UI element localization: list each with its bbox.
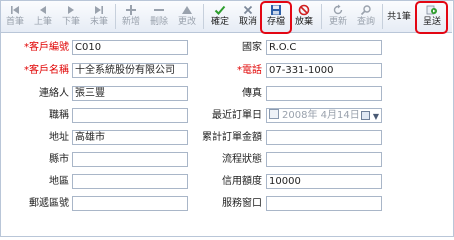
contact-field[interactable]: 張三豐 (72, 86, 188, 101)
customer-code-label: *客戶編號 (24, 42, 69, 53)
phone-label: *電話 (237, 65, 262, 76)
no-entry-icon (298, 4, 310, 16)
cross-icon (243, 5, 253, 15)
city-field[interactable] (72, 152, 188, 167)
title-label: 職稱 (49, 110, 69, 121)
prev-record-button[interactable]: 上筆 (31, 1, 55, 32)
flow-status-label: 流程狀態 (222, 154, 262, 165)
calendar-icon[interactable] (361, 111, 370, 120)
delete-label: 刪除 (149, 17, 168, 27)
toolbar-separator (382, 4, 383, 29)
triangle-icon (182, 6, 192, 14)
country-field[interactable]: R.O.C (266, 40, 382, 55)
cancel-button[interactable]: 取消 (235, 1, 261, 32)
submit-highlight (415, 1, 448, 34)
query-label: 查詢 (356, 17, 375, 27)
edit-label: 更改 (177, 17, 196, 27)
prev-record-label: 上筆 (33, 17, 52, 27)
address-field[interactable]: 高雄市 (72, 130, 188, 145)
last-order-date-label: 最近訂單日 (212, 110, 262, 121)
confirm-label: 確定 (210, 17, 229, 27)
district-field[interactable] (72, 174, 188, 189)
refresh-label: 更新 (328, 17, 347, 27)
chevron-down-icon[interactable]: ▼ (373, 110, 379, 122)
flow-status-field[interactable] (266, 152, 382, 167)
fax-field[interactable] (266, 86, 382, 101)
service-window-label: 服務窗口 (222, 198, 262, 209)
contact-label: 連絡人 (39, 88, 69, 99)
credit-limit-label: 信用額度 (222, 176, 262, 187)
add-button[interactable]: 新增 (119, 1, 143, 32)
abandon-label: 放棄 (294, 17, 313, 27)
toolbar-separator (115, 4, 116, 29)
record-count-label: 共1筆 (387, 12, 411, 22)
add-label: 新增 (121, 17, 140, 27)
city-label: 縣市 (49, 154, 69, 165)
check-icon (214, 5, 226, 15)
add-icon (126, 5, 136, 15)
record-count: 共1筆 (385, 1, 413, 32)
phone-field[interactable]: 07-331-1000 (266, 63, 382, 78)
refresh-button[interactable]: 更新 (325, 1, 351, 32)
last-record-label: 末筆 (89, 17, 108, 27)
last-order-date-value: 2008年 4月14日 (282, 110, 360, 121)
customer-name-field[interactable]: 十全系統股份有限公司 (72, 63, 188, 78)
save-highlight (260, 1, 292, 34)
last-order-date-picker[interactable]: 2008年 4月14日 ▼ (266, 108, 382, 123)
fax-label: 傳真 (242, 88, 262, 99)
edit-button[interactable]: 更改 (175, 1, 199, 32)
abandon-button[interactable]: 放棄 (291, 1, 317, 32)
checkbox-icon[interactable] (269, 109, 279, 119)
last-record-button[interactable]: 末筆 (87, 1, 111, 32)
minus-icon (154, 9, 164, 11)
next-record-button[interactable]: 下筆 (59, 1, 83, 32)
first-record-icon (11, 6, 19, 14)
postal-code-field[interactable] (72, 196, 188, 211)
delete-button[interactable]: 刪除 (147, 1, 171, 32)
customer-code-field[interactable]: C010 (72, 40, 188, 55)
last-record-icon (95, 6, 103, 14)
first-record-button[interactable]: 首筆 (3, 1, 27, 32)
title-field[interactable] (72, 108, 188, 123)
service-window-field[interactable] (266, 196, 382, 211)
credit-limit-field[interactable]: 10000 (266, 174, 382, 189)
next-record-label: 下筆 (61, 17, 80, 27)
first-record-label: 首筆 (5, 17, 24, 27)
address-label: 地址 (49, 132, 69, 143)
district-label: 地區 (49, 176, 69, 187)
total-order-field[interactable] (266, 130, 382, 145)
cancel-label: 取消 (238, 17, 257, 27)
refresh-icon (333, 4, 343, 15)
toolbar-separator (321, 4, 322, 29)
search-icon (360, 5, 371, 16)
prev-record-icon (40, 6, 46, 14)
postal-code-label: 郵遞區號 (29, 198, 69, 209)
toolbar-separator (203, 4, 204, 29)
query-button[interactable]: 查詢 (353, 1, 379, 32)
country-label: 國家 (242, 42, 262, 53)
toolbar: 首筆 上筆 下筆 末筆 新增 刪除 更改 確定 取消 存檔 放棄 更新 查詢 共… (1, 1, 452, 33)
customer-name-label: *客戶名稱 (24, 65, 69, 76)
total-order-label: 累計訂單金額 (202, 132, 262, 143)
confirm-button[interactable]: 確定 (207, 1, 233, 32)
next-record-icon (68, 6, 74, 14)
